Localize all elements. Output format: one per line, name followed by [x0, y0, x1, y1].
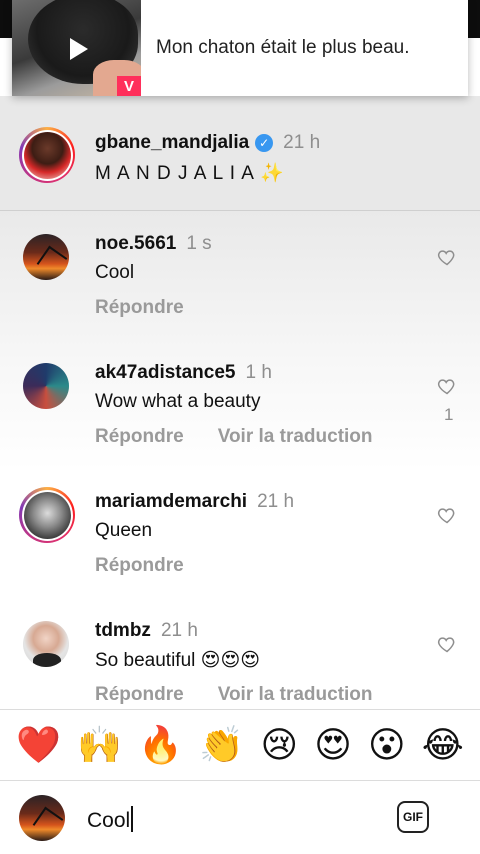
comment-text: Cool [95, 262, 135, 283]
comment-actions: Répondre Voir la traduction [95, 426, 373, 448]
story-ring[interactable] [19, 487, 75, 543]
story-ring[interactable] [19, 127, 75, 183]
comment-time: 1 s [186, 233, 212, 254]
comment-username-row: noe.5661 1 s [95, 233, 212, 255]
notification-text: Mon chaton était le plus beau. [156, 37, 410, 58]
emoji-laughing[interactable]: 😂 [422, 725, 464, 766]
reply-button[interactable]: Répondre [95, 555, 184, 576]
avatar [23, 491, 71, 539]
video-thumbnail[interactable]: V [12, 0, 141, 96]
text-caret [131, 806, 134, 832]
comment-username[interactable]: noe.5661 [95, 233, 176, 254]
comment-text: Wow what a beauty [95, 391, 261, 412]
comment-username-row: mariamdemarchi 21 h [95, 491, 294, 513]
avatar [19, 795, 65, 841]
comment-item: tdmbz 21 h So beautiful 😍😍😍 Répondre Voir … [0, 598, 480, 709]
comment-time: 21 h [160, 620, 198, 641]
avatar[interactable] [23, 621, 69, 667]
comment-text: So beautiful 😍😍😍 [95, 650, 261, 671]
comment-username-row: ak47adistance5 1 h [95, 362, 272, 384]
heart-icon[interactable] [437, 376, 457, 396]
heart-icon[interactable] [437, 247, 457, 267]
comment-actions: Répondre Voir la traduction [95, 684, 373, 706]
comment-time: 21 h [257, 491, 295, 512]
comment-time: 1 h [245, 362, 272, 383]
notification-banner[interactable]: V Mon chaton était le plus beau. [12, 0, 468, 96]
avatar[interactable] [23, 234, 69, 280]
emoji-quick-bar: ❤️ 🙌 🔥 👏 😢 😍 😮 😂 [0, 709, 480, 781]
caption-username[interactable]: gbane_mandjalia [95, 132, 249, 153]
caption-time: 21 h [283, 132, 321, 153]
like-count: 1 [444, 405, 454, 424]
comment-input[interactable]: Cool [87, 806, 134, 833]
caption-text: M A N D J A L I A ✨ [95, 163, 285, 184]
avatar[interactable] [23, 363, 69, 409]
emoji-crying[interactable]: 😢 [260, 725, 298, 766]
comment-item: noe.5661 1 s Cool Répondre [0, 211, 480, 341]
gif-button[interactable]: GIF [397, 801, 429, 833]
comment-username[interactable]: tdmbz [95, 620, 151, 641]
comment-actions: Répondre [95, 555, 184, 577]
comment-text: Queen [95, 520, 153, 541]
emoji-surprised[interactable]: 😮 [368, 725, 406, 766]
translate-button[interactable]: Voir la traduction [218, 426, 373, 447]
heart-icon[interactable] [437, 505, 457, 525]
comment-item: mariamdemarchi 21 h Queen Répondre [0, 469, 480, 599]
comment-username-row: tdmbz 21 h [95, 620, 198, 642]
verified-icon: ✓ [255, 134, 274, 152]
emoji-heart-eyes[interactable]: 😍 [314, 725, 352, 766]
post-caption: gbane_mandjalia ✓ 21 h M A N D J A L I A ✨ [0, 96, 480, 211]
comment-actions: Répondre [95, 297, 184, 319]
emoji-raised-hands[interactable]: 🙌 [77, 724, 122, 766]
emoji-clap[interactable]: 👏 [199, 724, 244, 766]
comment-item: ak47adistance5 1 h Wow what a beauty Répo… [0, 340, 480, 470]
comment-username[interactable]: mariamdemarchi [95, 491, 247, 512]
heart-icon[interactable] [437, 634, 457, 654]
translate-button[interactable]: Voir la traduction [218, 684, 373, 705]
reply-button[interactable]: Répondre [95, 684, 184, 705]
comment-input-value: Cool [87, 809, 131, 832]
comment-username[interactable]: ak47adistance5 [95, 362, 236, 383]
emoji-heart[interactable]: ❤️ [16, 724, 61, 766]
play-icon [70, 38, 88, 60]
avatar [23, 131, 71, 179]
emoji-fire[interactable]: 🔥 [138, 724, 183, 766]
app-badge-icon: V [117, 76, 141, 96]
reply-button[interactable]: Répondre [95, 426, 184, 447]
reply-button[interactable]: Répondre [95, 297, 184, 318]
caption-username-row: gbane_mandjalia ✓ 21 h [95, 132, 320, 154]
